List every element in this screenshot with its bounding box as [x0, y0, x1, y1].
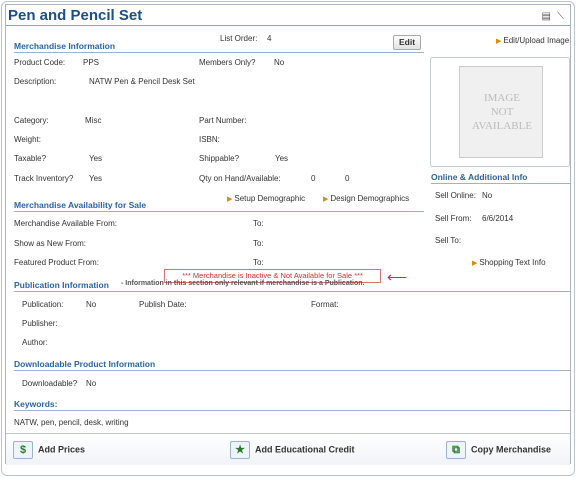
available-to-label: To:	[253, 219, 264, 228]
publication-underline	[14, 291, 570, 292]
shopping-text-link[interactable]: ▶ Shopping Text Info	[472, 258, 546, 267]
add-educational-credit-label: Add Educational Credit	[255, 444, 355, 455]
image-placeholder: IMAGE NOT AVAILABLE	[459, 66, 543, 158]
downloadable-value: No	[86, 379, 97, 388]
add-prices-label: Add Prices	[38, 444, 86, 455]
category-label: Category:	[14, 116, 49, 125]
availability-underline	[14, 211, 424, 212]
publish-date-label: Publish Date:	[139, 300, 187, 309]
weight-label: Weight:	[14, 135, 41, 144]
merchandise-window: Pen and Pencil Set ▤ ⟍ Merchandise Inform…	[1, 1, 575, 476]
add-prices-button[interactable]: $ Add Prices	[13, 441, 85, 459]
track-inventory-label: Track Inventory?	[14, 174, 74, 183]
featured-from-label: Featured Product From:	[14, 258, 99, 267]
available-from-label: Merchandise Available From:	[14, 219, 118, 228]
taxable-value: Yes	[89, 154, 103, 163]
publication-note: - Information in this section only relev…	[121, 280, 365, 287]
list-order-value: 4	[267, 34, 272, 43]
page-title: Pen and Pencil Set	[8, 7, 143, 24]
description-label: Description:	[14, 77, 57, 86]
arrow-right-icon: ▶	[472, 260, 478, 267]
taxable-label: Taxable?	[14, 154, 47, 163]
publication-heading: Publication Information	[14, 280, 109, 290]
sell-online-value: No	[482, 191, 493, 200]
qty-available-value: 0	[345, 174, 350, 183]
merch-info-underline	[14, 52, 424, 53]
left-arrow-icon: ⟵	[387, 269, 408, 285]
merch-info-heading: Merchandise Information	[14, 41, 116, 51]
sell-online-label: Sell Online:	[435, 191, 476, 200]
publication-value: No	[86, 300, 97, 309]
keywords-underline	[14, 410, 570, 411]
availability-heading: Merchandise Availability for Sale	[14, 200, 147, 210]
product-image-box: IMAGE NOT AVAILABLE	[430, 57, 570, 167]
sell-to-label: Sell To:	[435, 236, 462, 245]
copy-merchandise-label: Copy Merchandise	[471, 444, 552, 455]
copy-merchandise-button[interactable]: ⧉ Copy Merchandise	[446, 441, 551, 459]
image-text-line3: AVAILABLE	[471, 120, 533, 132]
window-icon[interactable]: ▤	[542, 11, 551, 22]
shippable-value: Yes	[275, 154, 289, 163]
title-divider	[6, 25, 570, 26]
header-icons: ▤ ⟍	[536, 11, 564, 22]
author-label: Author:	[22, 338, 48, 347]
image-text-line1: IMAGE	[483, 92, 521, 104]
setup-demographic-link[interactable]: ▶ Setup Demographic	[227, 194, 305, 203]
category-value: Misc	[85, 116, 102, 125]
track-inventory-value: Yes	[89, 174, 103, 183]
design-demographics-link[interactable]: ▶ Design Demographics	[323, 194, 409, 203]
arrow-right-icon: ▶	[227, 196, 233, 203]
action-bar: $ Add Prices ★ Add Educational Credit ⧉ Cop…	[6, 433, 570, 465]
copy-icon: ⧉	[446, 441, 466, 459]
sell-from-label: Sell From:	[435, 214, 472, 223]
setup-demographic-label: Setup Demographic	[234, 194, 306, 203]
qty-on-hand-value: 0	[311, 174, 316, 183]
downloadable-underline	[14, 370, 570, 371]
description-value: NATW Pen & Pencil Desk Set	[89, 77, 195, 86]
new-to-label: To:	[253, 239, 264, 248]
arrow-right-icon: ▶	[496, 38, 502, 45]
downloadable-label: Downloadable?	[22, 379, 78, 388]
arrow-right-icon: ▶	[323, 196, 329, 203]
online-info-underline	[431, 183, 571, 184]
qty-label: Qty on Hand/Available:	[199, 174, 281, 183]
price-tag-icon: $	[13, 441, 33, 459]
featured-to-label: To:	[253, 258, 264, 267]
new-from-label: Show as New From:	[14, 239, 87, 248]
isbn-label: ISBN:	[199, 135, 220, 144]
close-slash-icon[interactable]: ⟍	[557, 11, 564, 22]
credit-icon: ★	[230, 441, 250, 459]
downloadable-heading: Downloadable Product Information	[14, 359, 156, 369]
merchandise-panel: Pen and Pencil Set ▤ ⟍ Merchandise Inform…	[5, 4, 571, 465]
add-educational-credit-button[interactable]: ★ Add Educational Credit	[230, 441, 355, 459]
shopping-text-label: Shopping Text Info	[479, 258, 546, 267]
design-demographics-label: Design Demographics	[330, 194, 410, 203]
keywords-value: NATW, pen, pencil, desk, writing	[14, 418, 129, 427]
publication-label: Publication:	[22, 300, 64, 309]
online-info-heading: Online & Additional Info	[431, 172, 528, 182]
members-only-label: Members Only?	[199, 58, 256, 67]
product-code-value: PPS	[83, 58, 100, 67]
upload-image-link[interactable]: ▶ Edit/Upload Image	[496, 36, 569, 45]
upload-image-label: Edit/Upload Image	[503, 36, 570, 45]
members-only-value: No	[274, 58, 285, 67]
image-not-available-text: IMAGE NOT AVAILABLE	[460, 91, 544, 133]
product-code-label: Product Code:	[14, 58, 66, 67]
shippable-label: Shippable?	[199, 154, 240, 163]
publisher-label: Publisher:	[22, 319, 58, 328]
edit-button[interactable]: Edit	[393, 35, 421, 50]
sell-from-value: 6/6/2014	[482, 214, 514, 223]
part-number-label: Part Number:	[199, 116, 247, 125]
keywords-heading: Keywords:	[14, 399, 58, 409]
list-order-label: List Order:	[220, 34, 258, 43]
image-text-line2: NOT	[490, 106, 514, 118]
format-label: Format:	[311, 300, 339, 309]
